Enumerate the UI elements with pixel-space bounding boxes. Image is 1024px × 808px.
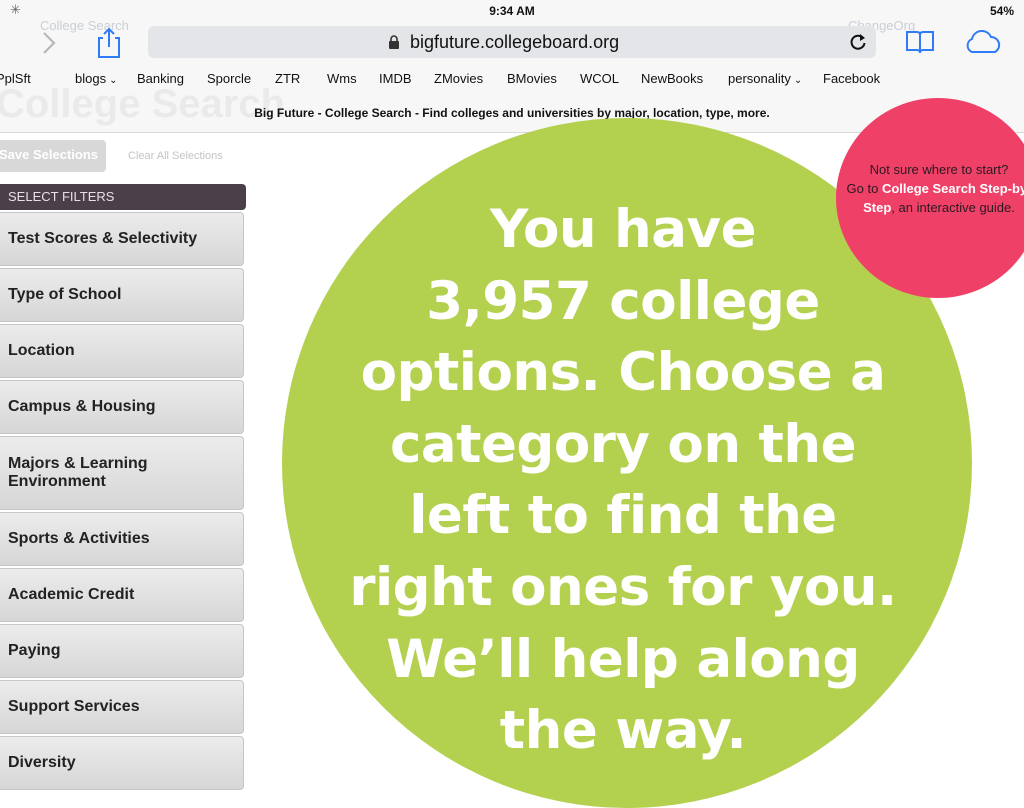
filter-button[interactable]: Test Scores & Selectivity: [0, 212, 244, 266]
filters-header: SELECT FILTERS: [0, 184, 246, 210]
favorite-label: personality: [728, 71, 791, 86]
battery-level: 54%: [989, 4, 1014, 18]
clock: 9:34 AM: [489, 4, 535, 18]
guide-suffix: , an interactive guide.: [891, 200, 1015, 215]
favorite-link[interactable]: Wms: [327, 71, 357, 86]
filter-label: Majors & Learning Environment: [8, 455, 148, 490]
chevron-down-icon: ⌄: [793, 75, 803, 86]
url-text: bigfuture.collegeboard.org: [410, 32, 620, 52]
filter-label: Location: [8, 342, 75, 359]
filter-button[interactable]: Academic Credit: [0, 568, 244, 622]
hero-line: right ones for you.: [349, 556, 897, 618]
guide-go-to: Go to: [846, 181, 879, 196]
favorite-link[interactable]: BMovies: [507, 71, 557, 86]
favorite-link[interactable]: Facebook: [823, 71, 880, 86]
favorite-link[interactable]: WCOL: [580, 71, 619, 86]
filter-label: Diversity: [8, 754, 76, 771]
filter-button[interactable]: Sports & Activities: [0, 512, 244, 566]
icloud-tabs-icon[interactable]: [962, 30, 1004, 56]
favorite-label: IMDB: [379, 71, 412, 86]
favorite-link[interactable]: IMDB: [379, 71, 412, 86]
bookmarks-icon[interactable]: [904, 28, 936, 56]
favorite-label: Wms: [327, 71, 357, 86]
save-selections-button[interactable]: Save Selections: [0, 140, 106, 172]
reload-icon[interactable]: [848, 32, 868, 52]
filter-button[interactable]: Support Services: [0, 680, 244, 734]
hero-line: options. Choose a: [360, 342, 886, 404]
hero-line: You have: [489, 199, 757, 260]
filter-label: Sports & Activities: [8, 530, 150, 547]
hero-line: the way.: [499, 700, 747, 762]
filter-label: Support Services: [8, 698, 140, 715]
filter-label: Type of School: [8, 286, 122, 303]
forward-icon[interactable]: [36, 28, 62, 58]
favorite-link[interactable]: ZMovies: [434, 71, 483, 86]
guide-message: Not sure where to start? Go to College S…: [846, 160, 1024, 217]
page-title: Big Future - College Search - Find colle…: [254, 106, 770, 120]
filter-button[interactable]: Campus & Housing: [0, 380, 244, 434]
hero-line: We’ll help along: [386, 628, 860, 690]
filter-label: Test Scores & Selectivity: [8, 230, 198, 247]
hero-line: 3,957 college: [426, 270, 820, 332]
favorite-label: BMovies: [507, 71, 557, 86]
favorite-link[interactable]: NewBooks: [641, 71, 703, 86]
favorite-label: Facebook: [823, 71, 881, 86]
favorite-link[interactable]: personality ⌄: [728, 71, 802, 86]
filter-button[interactable]: Paying: [0, 624, 244, 678]
clear-selections-link[interactable]: Clear All Selections: [128, 150, 223, 162]
favorite-label: NewBooks: [641, 71, 704, 86]
faded-page-heading: College Search: [0, 82, 286, 126]
favorite-label: WCOL: [580, 71, 619, 86]
filter-button[interactable]: Majors & Learning Environment: [0, 436, 244, 510]
favorite-label: ZMovies: [434, 71, 484, 86]
hero-message: You have 3,957 college options. Choose a ca…: [340, 194, 906, 767]
filter-button[interactable]: Diversity: [0, 736, 244, 790]
filter-label: Academic Credit: [8, 586, 135, 603]
filter-label: Campus & Housing: [8, 398, 156, 415]
browser-toolbar: College Search ChangeOrg bigfuture.colle…: [0, 18, 1024, 64]
filter-label: Paying: [8, 642, 61, 659]
lock-icon: [389, 35, 399, 49]
address-bar[interactable]: bigfuture.collegeboard.org: [148, 26, 876, 58]
hero-line: category on the: [389, 413, 857, 475]
filter-button[interactable]: Location: [0, 324, 244, 378]
share-icon[interactable]: [94, 26, 124, 60]
filter-button[interactable]: Type of School: [0, 268, 244, 322]
guide-intro: Not sure where to start?: [869, 162, 1009, 177]
hero-line: left to find the: [409, 485, 837, 547]
